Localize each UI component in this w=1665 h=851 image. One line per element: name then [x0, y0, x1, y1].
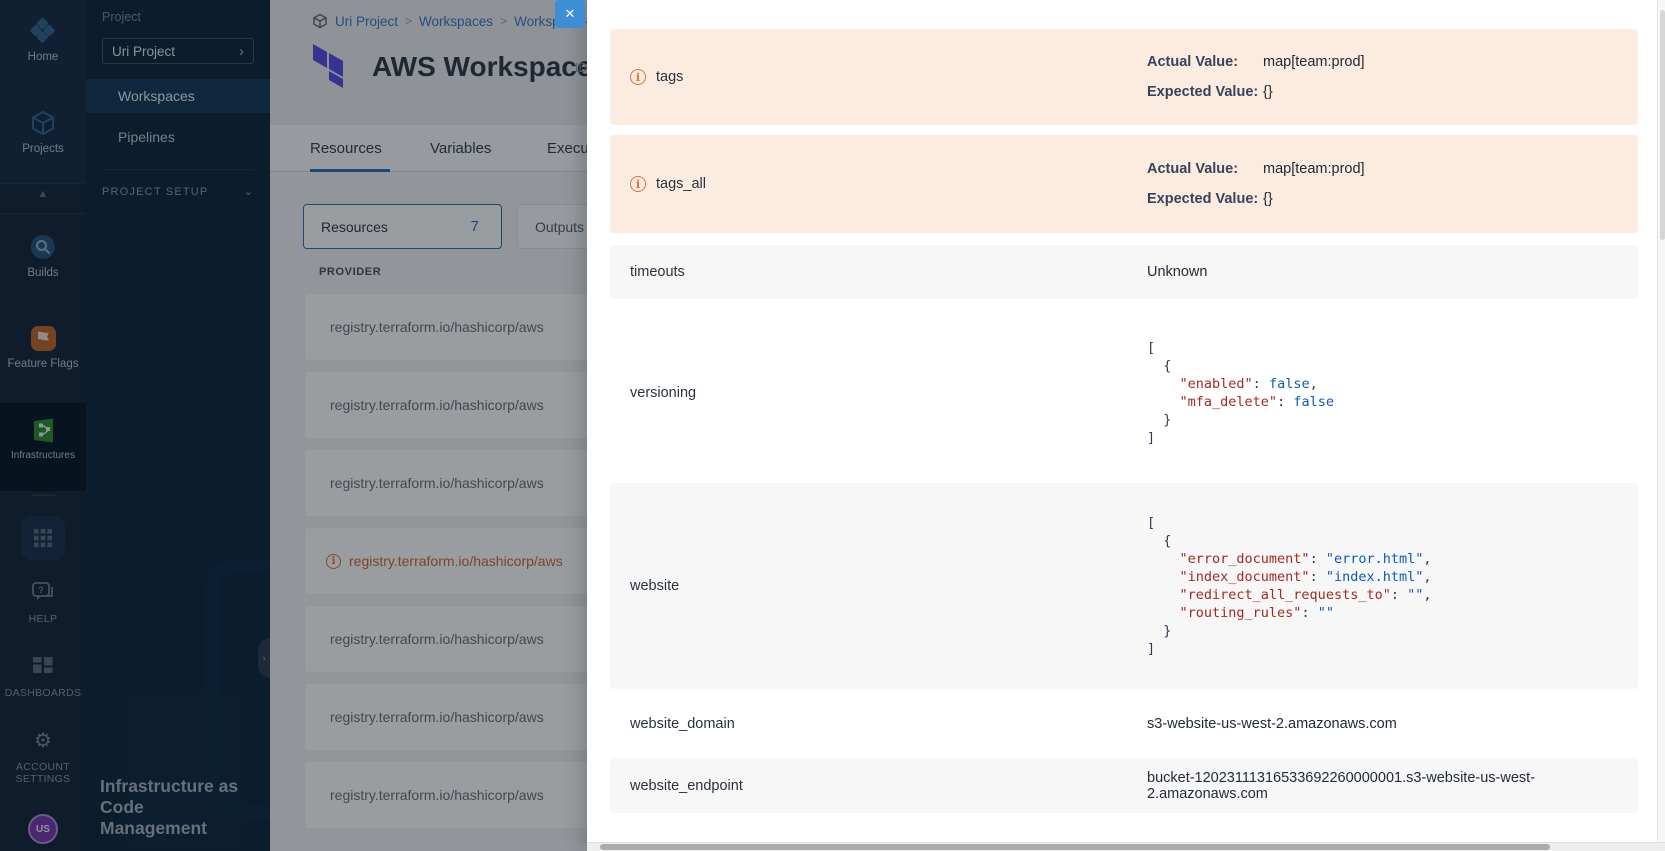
- drift-info-icon: i: [630, 176, 646, 192]
- resource-detail-drawer: i tags Actual Value: map[team:prod] Expe…: [587, 0, 1665, 851]
- attribute-json-value: [ { "enabled": false, "mfa_delete": fals…: [1147, 339, 1334, 447]
- attribute-row-website-domain: website_domain s3-website-us-west-2.amaz…: [610, 699, 1638, 748]
- attribute-name-text: website_endpoint: [630, 778, 743, 794]
- actual-value: map[team:prod]: [1263, 54, 1365, 70]
- attribute-name-text: website_domain: [630, 716, 735, 732]
- attribute-value: Unknown: [1147, 264, 1207, 280]
- close-icon: ✕: [565, 6, 576, 22]
- attribute-drift-values: Actual Value: map[team:prod] Expected Va…: [1147, 161, 1365, 207]
- attribute-value: bucket-12023111316533692260000001.s3-web…: [1147, 770, 1638, 802]
- attribute-row-tags-all: i tags_all Actual Value: map[team:prod] …: [610, 135, 1638, 233]
- actual-value-label: Actual Value:: [1147, 161, 1259, 177]
- expected-value: {}: [1263, 191, 1273, 207]
- drawer-close-button[interactable]: ✕: [555, 0, 585, 28]
- expected-value-label: Expected Value:: [1147, 191, 1259, 207]
- attribute-name-text: timeouts: [630, 264, 685, 280]
- actual-value-label: Actual Value:: [1147, 54, 1259, 70]
- vertical-scrollbar-track[interactable]: [1657, 0, 1665, 842]
- horizontal-scrollbar-thumb[interactable]: [600, 844, 1550, 850]
- expected-value: {}: [1263, 84, 1273, 100]
- attribute-drift-values: Actual Value: map[team:prod] Expected Va…: [1147, 54, 1365, 100]
- attribute-name-text: tags_all: [656, 176, 706, 192]
- attribute-row-website: website [ { "error_document": "error.htm…: [610, 483, 1638, 689]
- attribute-name-text: tags: [656, 69, 683, 85]
- attribute-row-timeouts: timeouts Unknown: [610, 245, 1638, 299]
- attribute-value: s3-website-us-west-2.amazonaws.com: [1147, 716, 1397, 732]
- attribute-name-text: versioning: [630, 385, 696, 401]
- attribute-name: i tags: [630, 69, 683, 85]
- attribute-name-text: website: [630, 578, 679, 594]
- app-window: ▲ Home: [0, 0, 1665, 851]
- attribute-name: i tags_all: [630, 176, 706, 192]
- attribute-row-tags: i tags Actual Value: map[team:prod] Expe…: [610, 29, 1638, 125]
- vertical-scrollbar-thumb[interactable]: [1660, 10, 1665, 240]
- attribute-row-versioning: versioning [ { "enabled": false, "mfa_de…: [610, 308, 1638, 478]
- drift-info-icon: i: [630, 69, 646, 85]
- actual-value: map[team:prod]: [1263, 161, 1365, 177]
- horizontal-scrollbar-track[interactable]: [587, 842, 1665, 851]
- attribute-json-value: [ { "error_document": "error.html", "ind…: [1147, 514, 1432, 658]
- expected-value-label: Expected Value:: [1147, 84, 1259, 100]
- attribute-row-website-endpoint: website_endpoint bucket-1202311131653369…: [610, 758, 1638, 813]
